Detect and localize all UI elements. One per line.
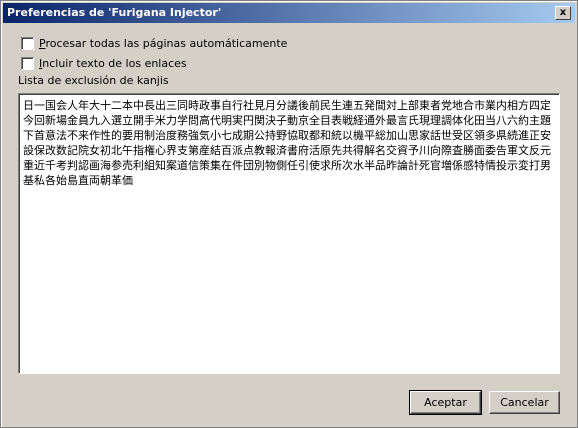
preferences-dialog: Preferencias de 'Furigana Injector' x Pr… bbox=[0, 0, 578, 428]
close-button[interactable]: x bbox=[555, 6, 571, 20]
title-bar[interactable]: Preferencias de 'Furigana Injector' x bbox=[3, 3, 575, 23]
kanji-exclusion-text[interactable]: 日一国会人年大十二本中長出三同時政事自行社見月分議後前民生連五発間対上部東者党地… bbox=[23, 98, 555, 188]
cancel-button[interactable]: Cancelar bbox=[489, 391, 560, 414]
accept-button[interactable]: Aceptar bbox=[409, 390, 482, 415]
process-all-pages-checkbox[interactable] bbox=[21, 36, 34, 50]
kanji-exclusion-textarea[interactable]: 日一国会人年大十二本中長出三同時政事自行社見月分議後前民生連五発間対上部東者党地… bbox=[18, 93, 560, 374]
window-title: Preferencias de 'Furigana Injector' bbox=[7, 6, 222, 19]
include-link-text-label[interactable]: Incluir texto de los enlaces bbox=[39, 57, 187, 70]
include-link-text-checkbox[interactable] bbox=[21, 56, 34, 70]
include-link-text-option[interactable]: Incluir texto de los enlaces bbox=[21, 55, 187, 71]
exclusion-list-label: Lista de exclusión de kanjis bbox=[18, 74, 169, 87]
process-all-pages-option[interactable]: Procesar todas las páginas automáticamen… bbox=[21, 35, 287, 51]
process-all-pages-label[interactable]: Procesar todas las páginas automáticamen… bbox=[39, 37, 287, 50]
